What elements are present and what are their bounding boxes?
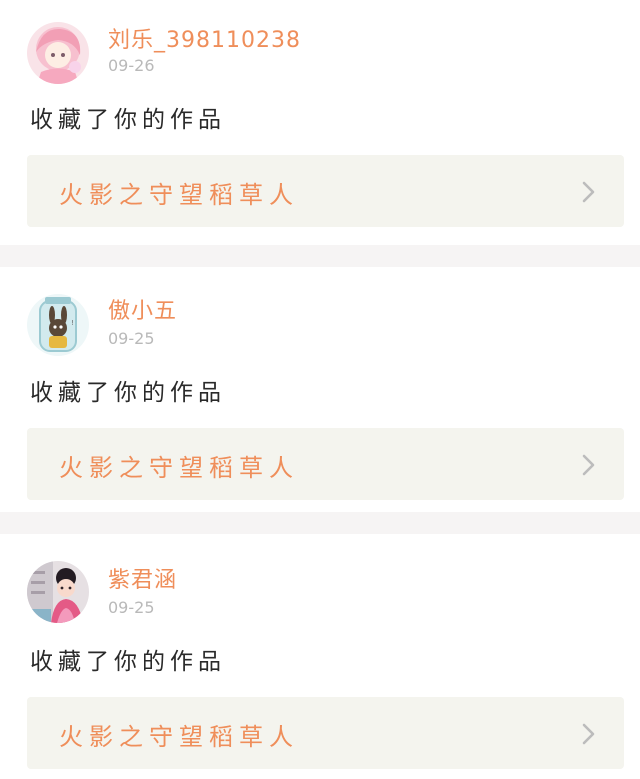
activity-text: 收藏了你的作品 [30, 107, 226, 133]
avatar[interactable] [27, 22, 89, 84]
card-separator [0, 512, 640, 534]
work-title: 火影之守望稻草人 [59, 723, 299, 751]
avatar[interactable]: ! [27, 294, 89, 356]
avatar-image: ! [27, 294, 89, 356]
work-link[interactable]: 火影之守望稻草人 [27, 155, 624, 227]
chevron-right-icon [582, 454, 595, 476]
work-link[interactable]: 火影之守望稻草人 [27, 697, 624, 769]
username[interactable]: 刘乐_398110238 [108, 22, 301, 54]
avatar[interactable] [27, 561, 89, 623]
notification-card: ! 傲小五 09-25 收藏了你的作品 火影之守望稻草人 [0, 267, 640, 512]
notification-card: 刘乐_398110238 09-26 收藏了你的作品 火影之守望稻草人 [0, 0, 640, 245]
avatar-image [27, 561, 89, 623]
svg-text:!: ! [71, 319, 74, 327]
username[interactable]: 傲小五 [108, 293, 177, 325]
activity-text: 收藏了你的作品 [30, 380, 226, 406]
chevron-right-icon [582, 181, 595, 203]
notification-card: 紫君涵 09-25 收藏了你的作品 火影之守望稻草人 [0, 534, 640, 779]
work-title: 火影之守望稻草人 [59, 454, 299, 482]
timestamp: 09-25 [108, 329, 155, 348]
activity-feed: 刘乐_398110238 09-26 收藏了你的作品 火影之守望稻草人 ! 傲小… [0, 0, 640, 779]
card-separator [0, 245, 640, 267]
avatar-image [27, 22, 89, 84]
username[interactable]: 紫君涵 [108, 562, 177, 594]
work-title: 火影之守望稻草人 [59, 181, 299, 209]
chevron-right-icon [582, 723, 595, 745]
activity-text: 收藏了你的作品 [30, 649, 226, 675]
timestamp: 09-26 [108, 56, 155, 75]
timestamp: 09-25 [108, 598, 155, 617]
work-link[interactable]: 火影之守望稻草人 [27, 428, 624, 500]
